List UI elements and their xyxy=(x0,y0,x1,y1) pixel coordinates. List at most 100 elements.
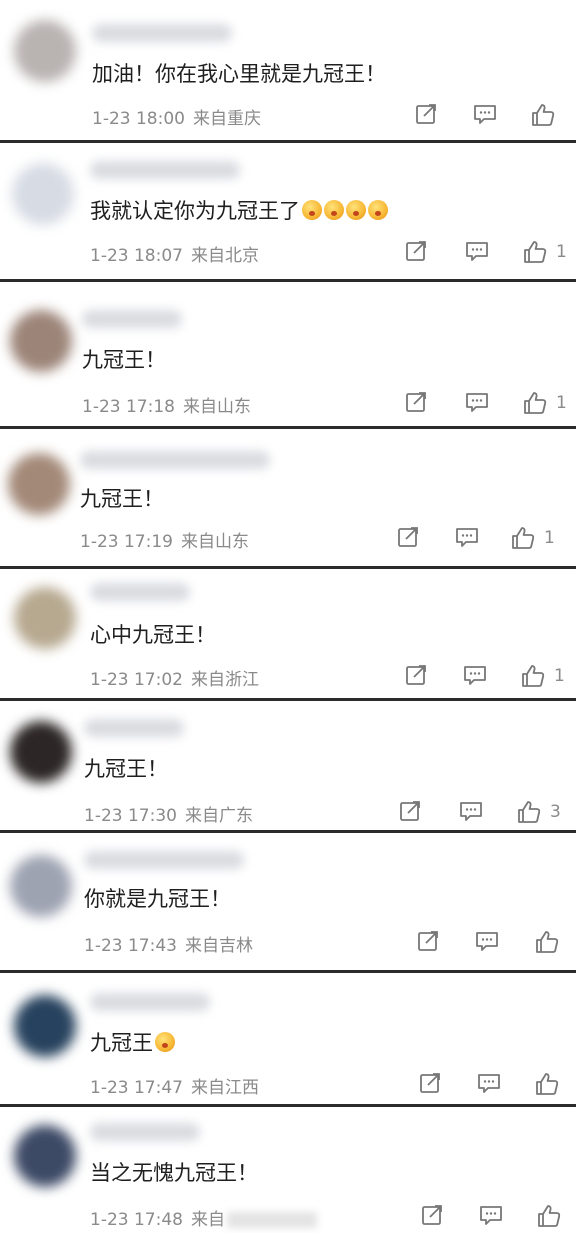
avatar[interactable] xyxy=(14,20,76,82)
comment-card: 九冠王 1-23 17:47 来自江西 xyxy=(0,973,576,1104)
comment-time: 1-23 17:19 xyxy=(80,532,173,552)
thumbs-up-icon xyxy=(512,527,535,549)
comment-meta: 1-23 17:43 来自吉林 xyxy=(84,931,253,956)
like-button[interactable] xyxy=(530,102,564,128)
comment-time: 1-23 17:18 xyxy=(82,397,175,417)
comment-time: 1-23 18:00 xyxy=(92,109,185,129)
share-button[interactable] xyxy=(418,1071,442,1095)
comment-button[interactable] xyxy=(458,799,484,823)
avatar[interactable] xyxy=(14,995,76,1057)
comment-actions: 1 xyxy=(404,663,574,689)
username-blurred[interactable] xyxy=(82,310,182,328)
avatar[interactable] xyxy=(12,163,74,225)
like-count: 1 xyxy=(544,528,555,548)
like-button[interactable]: 1 xyxy=(520,663,565,689)
comment-location: 来自山东 xyxy=(182,397,251,417)
comment-actions xyxy=(416,929,566,955)
comment-actions: 1 xyxy=(404,239,574,265)
username-blurred[interactable] xyxy=(90,993,210,1011)
comment-icon xyxy=(476,932,498,951)
comment-card: 九冠王！ 1-23 17:30 来自广东 3 xyxy=(0,701,576,830)
comment-meta: 1-23 17:47 来自江西 xyxy=(90,1073,259,1098)
comment-button[interactable] xyxy=(474,929,500,953)
comment-text: 九冠王！ xyxy=(80,487,164,511)
comment-location: 来自山东 xyxy=(180,532,249,552)
comment-actions xyxy=(414,102,564,128)
like-count: 1 xyxy=(556,242,567,262)
avatar[interactable] xyxy=(10,310,72,372)
like-count: 1 xyxy=(554,666,565,686)
username-blurred[interactable] xyxy=(90,583,190,601)
comment-icon xyxy=(464,666,486,685)
avatar[interactable] xyxy=(8,453,70,515)
comment-button[interactable] xyxy=(454,525,480,549)
avatar[interactable] xyxy=(10,855,72,917)
comment-text: 九冠王！ xyxy=(82,348,166,372)
avatar[interactable] xyxy=(14,587,76,649)
comment-location: 来自北京 xyxy=(190,246,259,266)
comment-card: 加油！你在我心里就是九冠王！ 1-23 18:00 来自重庆 xyxy=(0,0,576,140)
like-button[interactable]: 1 xyxy=(522,239,567,265)
like-button[interactable] xyxy=(534,929,568,955)
comment-location: 来自吉林 xyxy=(184,936,253,956)
comment-time: 1-23 17:30 xyxy=(84,806,177,826)
comment-button[interactable] xyxy=(478,1203,504,1227)
username-blurred[interactable] xyxy=(84,851,244,869)
share-button[interactable] xyxy=(404,663,428,687)
comment-button[interactable] xyxy=(472,102,498,126)
comment-actions: 3 xyxy=(398,799,574,825)
thumbs-up-icon xyxy=(524,241,547,263)
like-button[interactable] xyxy=(534,1071,568,1097)
comment-card: 九冠王！ 1-23 17:19 来自山东 1 xyxy=(0,429,576,566)
comment-icon xyxy=(474,105,496,124)
comment-button[interactable] xyxy=(462,663,488,687)
username-blurred[interactable] xyxy=(90,1123,200,1141)
like-button[interactable] xyxy=(536,1203,570,1229)
comment-meta: 1-23 17:30 来自广东 xyxy=(84,801,253,826)
comment-card: 当之无愧九冠王！ 1-23 17:48 来自 xyxy=(0,1107,576,1233)
like-button[interactable]: 1 xyxy=(522,390,567,416)
avatar[interactable] xyxy=(14,1125,76,1187)
username-blurred[interactable] xyxy=(92,24,232,42)
comment-time: 1-23 17:48 xyxy=(90,1210,183,1230)
share-button[interactable] xyxy=(416,929,440,953)
comment-text: 当之无愧九冠王！ xyxy=(90,1161,258,1185)
avatar[interactable] xyxy=(10,721,72,783)
thumbs-up-icon xyxy=(518,801,541,823)
username-blurred[interactable] xyxy=(80,451,270,469)
share-button[interactable] xyxy=(404,390,428,414)
username-blurred[interactable] xyxy=(84,719,184,737)
like-button[interactable]: 3 xyxy=(516,799,561,825)
like-button[interactable]: 1 xyxy=(510,525,555,551)
comment-location: 来自 xyxy=(190,1210,225,1230)
share-icon xyxy=(400,801,420,821)
comment-icon xyxy=(460,802,482,821)
location-blurred xyxy=(226,1212,317,1228)
comment-time: 1-23 18:07 xyxy=(90,246,183,266)
comment-card: 心中九冠王！ 1-23 17:02 来自浙江 1 xyxy=(0,569,576,698)
share-button[interactable] xyxy=(414,102,438,126)
comment-actions: 1 xyxy=(404,390,574,416)
comment-location: 来自重庆 xyxy=(192,109,261,129)
comment-text: 我就认定你为九冠王了 xyxy=(90,195,388,225)
comment-meta: 1-23 17:18 来自山东 xyxy=(82,392,251,417)
thumbs-up-icon xyxy=(536,1073,559,1095)
share-button[interactable] xyxy=(396,525,420,549)
share-button[interactable] xyxy=(404,239,428,263)
thumbs-up-icon xyxy=(522,665,545,687)
share-icon xyxy=(406,392,426,412)
comment-actions xyxy=(420,1203,570,1229)
share-button[interactable] xyxy=(398,799,422,823)
share-icon xyxy=(398,527,418,547)
emoji-icon xyxy=(302,200,322,220)
comment-button[interactable] xyxy=(464,390,490,414)
comment-time: 1-23 17:43 xyxy=(84,936,177,956)
share-icon xyxy=(406,241,426,261)
comment-icon xyxy=(480,1206,502,1225)
comment-location: 来自江西 xyxy=(190,1078,259,1098)
comment-button[interactable] xyxy=(476,1071,502,1095)
emoji-icon xyxy=(324,200,344,220)
share-button[interactable] xyxy=(420,1203,444,1227)
username-blurred[interactable] xyxy=(90,161,240,179)
comment-button[interactable] xyxy=(464,239,490,263)
